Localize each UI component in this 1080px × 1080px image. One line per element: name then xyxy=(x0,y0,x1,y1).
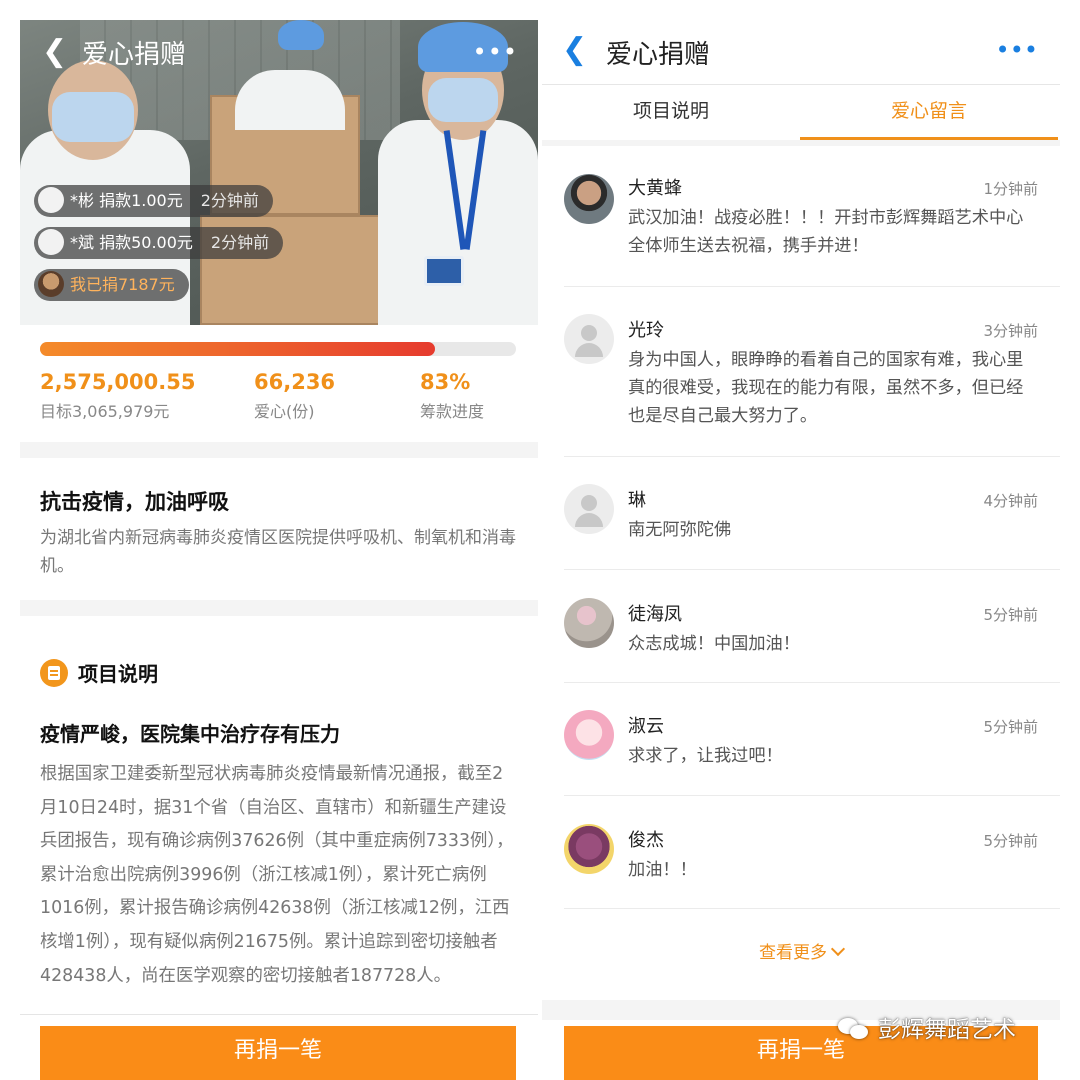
donate-again-button[interactable]: 再捐一笔 xyxy=(40,1026,516,1080)
progress-value: 83% xyxy=(420,370,471,394)
message-author: 俊杰 xyxy=(628,830,664,851)
donation-text: *斌 捐款50.00元 xyxy=(70,233,193,252)
watermark: 彭辉舞蹈艺术 xyxy=(838,1010,1016,1050)
chevron-down-icon xyxy=(830,941,846,957)
donation-time: 2分钟前 xyxy=(200,191,259,210)
avatar xyxy=(564,174,614,224)
progress-stat: 83% 筹款进度 xyxy=(420,370,484,422)
message-time: 5分钟前 xyxy=(983,832,1038,850)
love-count-label: 爱心(份) xyxy=(254,402,315,421)
article-title: 疫情严峻，医院集中治疗存有压力 xyxy=(40,722,340,746)
tab-project-description[interactable]: 项目说明 xyxy=(542,86,800,140)
message-author: 徒海凤 xyxy=(628,604,682,625)
message-author: 淑云 xyxy=(628,716,664,737)
section-divider xyxy=(20,442,538,458)
avatar xyxy=(564,598,614,648)
campaign-title: 抗击疫情，加油呼吸 xyxy=(40,490,229,514)
article-body: 根据国家卫建委新型冠状病毒肺炎疫情最新情况通报，截至2月10日24时，据31个省… xyxy=(40,764,514,986)
see-more-label: 查看更多 xyxy=(759,943,827,963)
progress-label: 筹款进度 xyxy=(420,402,485,421)
avatar xyxy=(38,271,64,297)
message-time: 3分钟前 xyxy=(983,322,1038,340)
raised-amount-stat: 2,575,000.55 目标3,065,979元 xyxy=(40,370,195,422)
campaign-description: 为湖北省内新冠病毒肺炎疫情区医院提供呼吸机、制氧机和消毒机。 xyxy=(40,528,516,576)
fundraising-progress-bar xyxy=(40,342,516,356)
message-author: 琳 xyxy=(628,490,646,511)
donation-text: *彬 捐款1.00元 xyxy=(70,191,183,210)
avatar xyxy=(38,229,64,255)
back-icon[interactable]: ❮ xyxy=(42,36,70,68)
see-more-link[interactable]: 查看更多 xyxy=(542,938,1060,963)
section-divider xyxy=(20,600,538,616)
recent-donation: *斌 捐款50.00元 2分钟前 xyxy=(34,227,284,259)
message-text: 众志成城！中国加油！ xyxy=(628,634,800,654)
page-title: 爱心捐赠 xyxy=(82,40,187,70)
love-count: 66,236 xyxy=(254,370,336,394)
wechat-icon xyxy=(838,1016,872,1042)
my-donation-badge[interactable]: 我已捐7187元 xyxy=(34,269,189,301)
hero-photo: ❮ 爱心捐赠 ••• *彬 捐款1.00元 2分钟前 *斌 捐款50.00元 2分钟… xyxy=(20,20,538,325)
avatar xyxy=(564,484,614,534)
message-text: 求求了，让我过吧！ xyxy=(628,746,783,766)
message-time: 1分钟前 xyxy=(983,180,1038,198)
avatar xyxy=(38,187,64,213)
target-amount: 目标3,065,979元 xyxy=(40,402,170,421)
love-count-stat: 66,236 爱心(份) xyxy=(254,370,335,422)
back-icon[interactable]: ❮ xyxy=(562,34,587,66)
more-icon[interactable]: ••• xyxy=(473,38,518,66)
avatar xyxy=(564,710,614,760)
header: ❮ 爱心捐赠 ••• xyxy=(542,20,1060,84)
hero-header: ❮ 爱心捐赠 ••• xyxy=(20,20,538,84)
progress-fill xyxy=(40,342,436,356)
document-icon xyxy=(40,659,68,687)
project-detail-screen: ❮ 爱心捐赠 ••• *彬 捐款1.00元 2分钟前 *斌 捐款50.00元 2分钟… xyxy=(20,20,538,1080)
message-text: 加油！！ xyxy=(628,860,697,880)
avatar xyxy=(564,314,614,364)
message-time: 5分钟前 xyxy=(983,718,1038,736)
donation-time: 2分钟前 xyxy=(210,233,270,252)
message-author: 光玲 xyxy=(628,320,664,341)
message-time: 4分钟前 xyxy=(983,492,1038,510)
message-time: 5分钟前 xyxy=(983,606,1038,624)
page-title: 爱心捐赠 xyxy=(606,40,711,70)
avatar xyxy=(564,824,614,874)
recent-donation: *彬 捐款1.00元 2分钟前 xyxy=(34,185,273,217)
tab-love-messages[interactable]: 爱心留言 xyxy=(800,86,1058,140)
watermark-text: 彭辉舞蹈艺术 xyxy=(878,1017,1016,1043)
raised-amount: 2,575,000.55 xyxy=(40,370,196,394)
message-text: 武汉加油！战疫必胜！！！开封市彭辉舞蹈艺术中心全体师生送去祝福，携手并进！ xyxy=(628,208,1024,256)
my-donation-text: 我已捐7187元 xyxy=(70,275,175,294)
love-messages-screen: ❮ 爱心捐赠 ••• 项目说明 爱心留言 大黄蜂 1分钟前 武汉加油！战疫必胜！… xyxy=(542,20,1060,1080)
more-icon[interactable]: ••• xyxy=(996,36,1038,64)
message-text: 南无阿弥陀佛 xyxy=(628,520,732,540)
message-author: 大黄蜂 xyxy=(628,178,682,199)
message-text: 身为中国人，眼睁睁的看着自己的国家有难，我心里真的很难受，我现在的能力有限，虽然… xyxy=(628,350,1024,426)
section-title: 项目说明 xyxy=(78,662,158,686)
